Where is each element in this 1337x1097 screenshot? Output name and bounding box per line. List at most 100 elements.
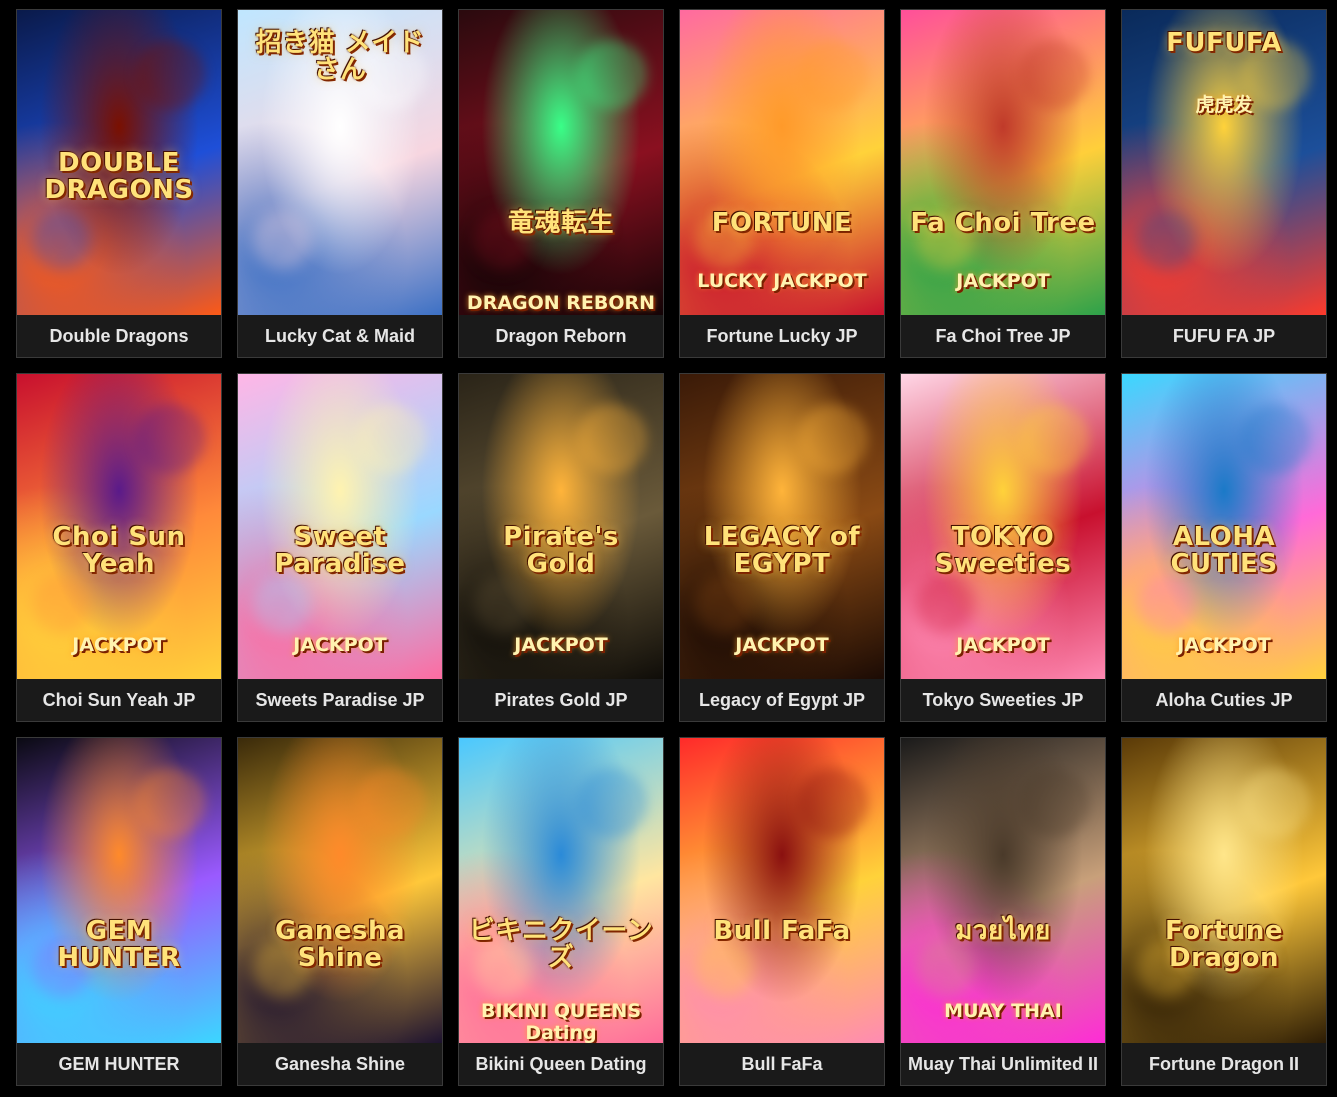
artwork-glow [798, 768, 868, 838]
game-thumbnail[interactable]: LEGACY of EGYPT JACKPOT [680, 374, 884, 681]
game-art-title: Sweet Paradise [274, 522, 406, 580]
artwork-glow [135, 768, 205, 838]
game-art-subtitle: JACKPOT [514, 634, 608, 656]
game-name-label[interactable]: Fa Choi Tree JP [901, 315, 1105, 357]
game-name-label[interactable]: Sweets Paradise JP [238, 679, 442, 721]
game-card[interactable]: Fortune Dragon Fortune Dragon II [1121, 737, 1327, 1086]
game-thumbnail[interactable]: FUFUFA 虎虎发 [1122, 10, 1326, 317]
game-card[interactable]: มวยไทย MUAY THAI Muay Thai Unlimited II [900, 737, 1106, 1086]
game-card[interactable]: LEGACY of EGYPT JACKPOT Legacy of Egypt JP [679, 373, 885, 722]
game-art-title: ビキニクイーンズ [468, 916, 654, 974]
game-card[interactable]: ALOHA CUTIES JACKPOT Aloha Cuties JP [1121, 373, 1327, 722]
artwork-glow [577, 404, 647, 474]
game-thumbnail[interactable]: TOKYO Sweeties JACKPOT [901, 374, 1105, 681]
game-art-subtitle: JACKPOT [1177, 634, 1271, 656]
artwork-glow [1019, 404, 1089, 474]
game-art-title: Bull FaFa [713, 916, 851, 946]
game-thumbnail[interactable]: Pirate's Gold JACKPOT [459, 374, 663, 681]
game-art-title: LEGACY of EGYPT [703, 522, 861, 580]
game-thumbnail[interactable]: Choi Sun Yeah JACKPOT [17, 374, 221, 681]
game-name-label[interactable]: Ganesha Shine [238, 1043, 442, 1085]
artwork-glow [915, 938, 975, 998]
game-thumbnail[interactable]: Bull FaFa [680, 738, 884, 1045]
game-card[interactable]: TOKYO Sweeties JACKPOT Tokyo Sweeties JP [900, 373, 1106, 722]
game-art-subtitle: DRAGON REBORN [466, 292, 656, 314]
game-thumbnail[interactable]: Sweet Paradise JACKPOT [238, 374, 442, 681]
game-art-title: TOKYO Sweeties [934, 522, 1072, 580]
game-art-title: FUFUFA [1166, 28, 1282, 58]
game-thumbnail[interactable]: Fortune Dragon [1122, 738, 1326, 1045]
artwork-glow [694, 938, 754, 998]
game-card[interactable]: FORTUNE LUCKY JACKPOT Fortune Lucky JP [679, 9, 885, 358]
game-card[interactable]: 竜魂転生 DRAGON REBORN Dragon Reborn [458, 9, 664, 358]
game-art-title: ALOHA CUTIES [1170, 522, 1278, 580]
game-art-subtitle: MUAY THAI [944, 1000, 1062, 1022]
game-thumbnail[interactable]: ALOHA CUTIES JACKPOT [1122, 374, 1326, 681]
artwork-glow [1019, 40, 1089, 110]
game-name-label[interactable]: Aloha Cuties JP [1122, 679, 1326, 721]
game-art-subtitle: BIKINI QUEENS Dating [480, 1000, 642, 1044]
game-card[interactable]: FUFUFA 虎虎发 FUFU FA JP [1121, 9, 1327, 358]
artwork-glow [577, 768, 647, 838]
artwork-glow [356, 404, 426, 474]
artwork-glow [1136, 574, 1196, 634]
game-card[interactable]: Sweet Paradise JACKPOT Sweets Paradise JP [237, 373, 443, 722]
game-name-label[interactable]: Bikini Queen Dating [459, 1043, 663, 1085]
game-art-title: Fortune Dragon [1165, 916, 1283, 974]
game-name-label[interactable]: FUFU FA JP [1122, 315, 1326, 357]
artwork-glow [31, 574, 91, 634]
game-card[interactable]: GEM HUNTER GEM HUNTER [16, 737, 222, 1086]
game-thumbnail[interactable]: Ganesha Shine [238, 738, 442, 1045]
artwork-glow [694, 574, 754, 634]
game-art-title: FORTUNE [711, 208, 853, 238]
game-name-label[interactable]: Double Dragons [17, 315, 221, 357]
game-thumbnail[interactable]: Fa Choi Tree JACKPOT [901, 10, 1105, 317]
game-name-label[interactable]: Dragon Reborn [459, 315, 663, 357]
artwork-glow [798, 404, 868, 474]
game-art-subtitle: JACKPOT [72, 634, 166, 656]
game-art-subtitle: LUCKY JACKPOT [697, 270, 867, 292]
game-name-label[interactable]: Muay Thai Unlimited II [901, 1043, 1105, 1085]
game-name-label[interactable]: Bull FaFa [680, 1043, 884, 1085]
game-art-subtitle: JACKPOT [956, 634, 1050, 656]
artwork-glow [135, 40, 205, 110]
artwork-glow [915, 574, 975, 634]
game-card[interactable]: Fa Choi Tree JACKPOT Fa Choi Tree JP [900, 9, 1106, 358]
game-thumbnail[interactable]: 招き猫 メイドさん [238, 10, 442, 317]
artwork-glow [1019, 768, 1089, 838]
artwork-glow [252, 574, 312, 634]
game-name-label[interactable]: GEM HUNTER [17, 1043, 221, 1085]
game-name-label[interactable]: Tokyo Sweeties JP [901, 679, 1105, 721]
game-thumbnail[interactable]: FORTUNE LUCKY JACKPOT [680, 10, 884, 317]
game-card[interactable]: Bull FaFa Bull FaFa [679, 737, 885, 1086]
artwork-glow [135, 404, 205, 474]
game-thumbnail[interactable]: ビキニクイーンズ BIKINI QUEENS Dating [459, 738, 663, 1045]
game-card[interactable]: ビキニクイーンズ BIKINI QUEENS Dating Bikini Queen… [458, 737, 664, 1086]
artwork-glow [1240, 404, 1310, 474]
game-art-subtitle: JACKPOT [956, 270, 1050, 292]
game-card[interactable]: DOUBLE DRAGONS Double Dragons [16, 9, 222, 358]
game-thumbnail[interactable]: 竜魂転生 DRAGON REBORN [459, 10, 663, 317]
game-card[interactable]: Pirate's Gold JACKPOT Pirates Gold JP [458, 373, 664, 722]
game-art-title: GEM HUNTER [57, 916, 181, 974]
game-name-label[interactable]: Legacy of Egypt JP [680, 679, 884, 721]
game-card[interactable]: Choi Sun Yeah JACKPOT Choi Sun Yeah JP [16, 373, 222, 722]
game-thumbnail[interactable]: GEM HUNTER [17, 738, 221, 1045]
game-name-label[interactable]: Lucky Cat & Maid [238, 315, 442, 357]
game-art-title: Choi Sun Yeah [52, 522, 186, 580]
game-name-label[interactable]: Pirates Gold JP [459, 679, 663, 721]
artwork-glow [356, 768, 426, 838]
game-thumbnail[interactable]: มวยไทย MUAY THAI [901, 738, 1105, 1045]
game-thumbnail[interactable]: DOUBLE DRAGONS [17, 10, 221, 317]
game-card[interactable]: Ganesha Shine Ganesha Shine [237, 737, 443, 1086]
game-art-subtitle: 虎虎发 [1195, 94, 1253, 116]
game-name-label[interactable]: Fortune Lucky JP [680, 315, 884, 357]
game-art-title: 竜魂転生 [507, 208, 614, 238]
game-card[interactable]: 招き猫 メイドさん Lucky Cat & Maid [237, 9, 443, 358]
game-name-label[interactable]: Choi Sun Yeah JP [17, 679, 221, 721]
game-art-title: DOUBLE DRAGONS [44, 148, 194, 206]
game-art-title: Ganesha Shine [274, 916, 406, 974]
artwork-glow [1136, 210, 1196, 270]
game-name-label[interactable]: Fortune Dragon II [1122, 1043, 1326, 1085]
artwork-glow [1240, 768, 1310, 838]
